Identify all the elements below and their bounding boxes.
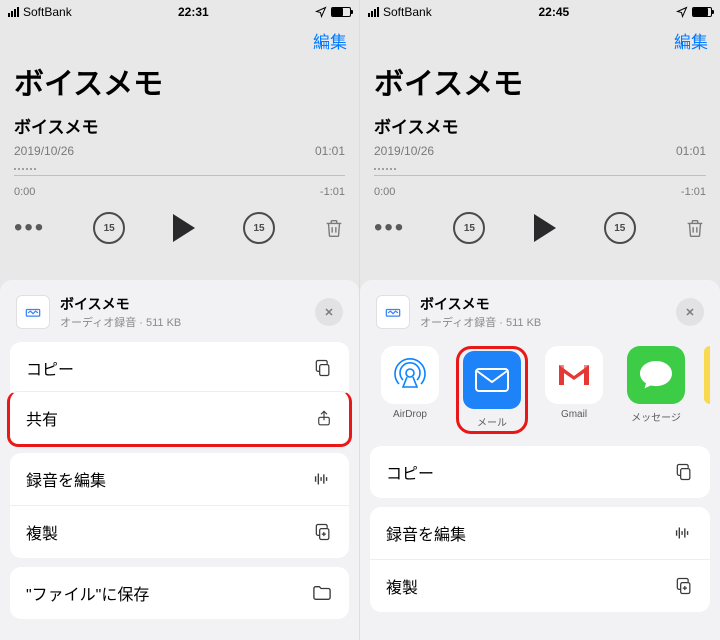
play-icon [534, 214, 556, 242]
gmail-icon [545, 346, 603, 404]
close-button[interactable] [676, 298, 704, 326]
sheet-file-name: ボイスメモ [420, 294, 666, 314]
play-button[interactable] [534, 214, 556, 242]
share-app-messages[interactable]: メッセージ [620, 346, 692, 434]
trash-icon [323, 216, 345, 240]
skip-forward-button[interactable]: 15 [243, 212, 275, 244]
delete-button[interactable] [684, 216, 706, 240]
status-time: 22:31 [178, 5, 209, 19]
memo-date: 2019/10/26 [14, 144, 74, 158]
left-screen: SoftBank 22:31 編集 ボイスメモ ボイスメモ 2019/10/26… [0, 0, 360, 640]
sheet-file-subtitle: オーディオ録音 · 511 KB [420, 314, 666, 330]
copy-icon [313, 357, 333, 379]
share-sheet: ボイスメモ オーディオ録音 · 511 KB コピー 共有 [0, 280, 359, 640]
nav-bar: 編集 [360, 24, 720, 53]
carrier: SoftBank [23, 5, 72, 19]
play-icon [173, 214, 195, 242]
time-start: 0:00 [374, 186, 395, 198]
share-app-mail[interactable]: メール [456, 346, 528, 434]
time-end: -1:01 [320, 186, 345, 198]
nav-bar: 編集 [0, 24, 359, 53]
memo-title: ボイスメモ [14, 113, 345, 138]
more-button[interactable]: ••• [14, 223, 45, 233]
ellipsis-icon: ••• [374, 223, 405, 233]
waveform[interactable] [374, 166, 706, 184]
time-end: -1:01 [681, 186, 706, 198]
action-label: 複製 [386, 574, 418, 598]
action-share[interactable]: 共有 [7, 391, 352, 447]
location-icon [315, 6, 327, 18]
memo-date: 2019/10/26 [374, 144, 434, 158]
signal-icon [368, 7, 379, 17]
share-apps-row: AirDrop メール Gmail メッセージ [370, 342, 710, 446]
action-edit-recording[interactable]: 録音を編集 [370, 507, 710, 559]
duplicate-icon [674, 575, 694, 597]
trash-icon [684, 216, 706, 240]
skip-back-button[interactable]: 15 [453, 212, 485, 244]
action-copy[interactable]: コピー [370, 446, 710, 498]
battery-icon [331, 7, 351, 17]
share-app-gmail[interactable]: Gmail [538, 346, 610, 434]
share-app-more[interactable] [702, 346, 710, 434]
app-title: ボイスメモ [14, 59, 345, 103]
memo-duration: 01:01 [676, 144, 706, 158]
action-label: 複製 [26, 520, 58, 544]
battery-icon [692, 7, 712, 17]
action-copy[interactable]: コピー [10, 342, 349, 394]
edit-button[interactable]: 編集 [313, 28, 347, 53]
carrier: SoftBank [383, 5, 432, 19]
app-label: Gmail [561, 409, 587, 420]
action-label: 録音を編集 [386, 521, 466, 545]
copy-icon [674, 461, 694, 483]
waveform-icon [672, 524, 694, 542]
skip-back-button[interactable]: 15 [93, 212, 125, 244]
signal-icon [8, 7, 19, 17]
action-label: コピー [386, 460, 434, 484]
close-icon [684, 306, 696, 318]
action-edit-recording[interactable]: 録音を編集 [10, 453, 349, 505]
close-icon [323, 306, 335, 318]
status-time: 22:45 [539, 5, 570, 19]
action-label: 共有 [26, 406, 58, 430]
waveform-icon [311, 470, 333, 488]
location-icon [676, 6, 688, 18]
action-label: "ファイル"に保存 [26, 581, 149, 605]
delete-button[interactable] [323, 216, 345, 240]
memo-duration: 01:01 [315, 144, 345, 158]
notes-icon [704, 346, 710, 404]
app-label: AirDrop [393, 409, 427, 420]
airdrop-icon [381, 346, 439, 404]
more-button[interactable]: ••• [374, 223, 405, 233]
edit-button[interactable]: 編集 [674, 28, 708, 53]
action-save-to-files[interactable]: "ファイル"に保存 [10, 567, 349, 619]
action-duplicate[interactable]: 複製 [10, 505, 349, 558]
skip-forward-button[interactable]: 15 [604, 212, 636, 244]
share-app-airdrop[interactable]: AirDrop [374, 346, 446, 434]
share-icon [315, 407, 333, 429]
time-start: 0:00 [14, 186, 35, 198]
action-label: 録音を編集 [26, 467, 106, 491]
status-bar: SoftBank 22:31 [0, 0, 359, 24]
duplicate-icon [313, 521, 333, 543]
folder-icon [311, 584, 333, 602]
action-duplicate[interactable]: 複製 [370, 559, 710, 612]
app-label: メール [477, 414, 507, 429]
mail-icon [463, 351, 521, 409]
file-icon [16, 295, 50, 329]
share-sheet: ボイスメモ オーディオ録音 · 511 KB AirDrop メール [360, 280, 720, 640]
ellipsis-icon: ••• [14, 223, 45, 233]
app-label: メッセージ [631, 409, 681, 424]
action-label: コピー [26, 356, 74, 380]
app-title: ボイスメモ [374, 59, 706, 103]
sheet-file-subtitle: オーディオ録音 · 511 KB [60, 314, 305, 330]
status-bar: SoftBank 22:45 [360, 0, 720, 24]
play-button[interactable] [173, 214, 195, 242]
memo-title: ボイスメモ [374, 113, 706, 138]
sheet-file-name: ボイスメモ [60, 294, 305, 314]
close-button[interactable] [315, 298, 343, 326]
right-screen: SoftBank 22:45 編集 ボイスメモ ボイスメモ 2019/10/26… [360, 0, 720, 640]
file-icon [376, 295, 410, 329]
messages-icon [627, 346, 685, 404]
waveform[interactable] [14, 166, 345, 184]
